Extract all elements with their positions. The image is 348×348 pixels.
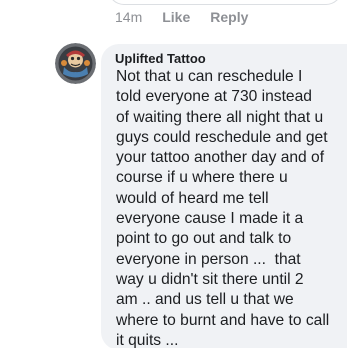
previous-comment-actions: 14m Like Reply (115, 9, 248, 25)
comment-text: Not that u can reschedule I told everyon… (116, 68, 330, 348)
reply-button[interactable]: Reply (210, 9, 248, 25)
previous-comment-bubble (108, 0, 342, 5)
avatar[interactable] (55, 43, 96, 84)
comment-thread: 14m Like Reply Uplifted Tattoo Not that … (0, 0, 348, 348)
tattoo-shop-logo-icon (55, 43, 96, 84)
comment-timestamp[interactable]: 14m (115, 9, 142, 25)
comment-author[interactable]: Uplifted Tattoo (115, 51, 206, 66)
like-button[interactable]: Like (162, 9, 190, 25)
